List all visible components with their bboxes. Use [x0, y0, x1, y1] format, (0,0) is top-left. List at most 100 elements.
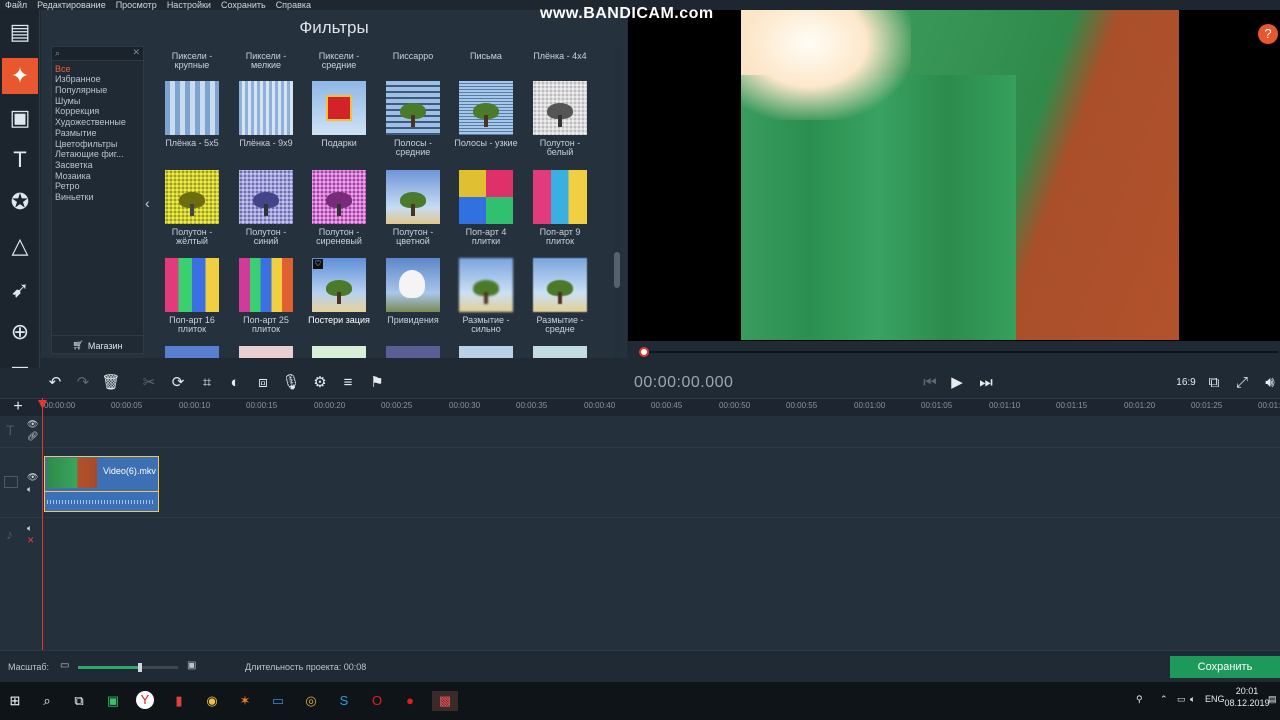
app-icon-green[interactable]: ▣: [103, 691, 123, 711]
zoom-tool-icon[interactable]: ⊕: [2, 314, 38, 350]
filter-tile[interactable]: Письма: [453, 46, 527, 76]
timeline-ruler[interactable]: + 00:00:00 00:00:05 00:00:10 00:00:15 00…: [0, 398, 1280, 416]
mute-speaker-icon[interactable]: 🔈︎: [27, 523, 32, 534]
filter-tile[interactable]: Пиксели - крупные: [159, 46, 233, 76]
color-adjust-icon[interactable]: ◐: [225, 373, 245, 393]
opera-icon[interactable]: O: [367, 691, 387, 711]
category-all[interactable]: Все: [55, 64, 71, 74]
filter-tile[interactable]: Размытие - сильно: [453, 258, 527, 343]
filter-tile[interactable]: Плёнка - 9x9: [233, 81, 307, 166]
seek-track[interactable]: [640, 351, 1278, 353]
record-voice-icon[interactable]: 🎙︎: [281, 373, 301, 393]
zoom-in-icon[interactable]: ▣: [187, 660, 196, 671]
titles-icon[interactable]: T: [2, 142, 38, 178]
transitions-icon[interactable]: ▣: [2, 100, 38, 136]
stickers-icon[interactable]: ✪: [2, 184, 38, 220]
menu-edit[interactable]: Редактирование: [32, 0, 111, 10]
clip-audio-waveform[interactable]: [45, 491, 158, 511]
filter-tile[interactable]: Полосы - узкие: [453, 81, 527, 166]
chrome-icon[interactable]: ◎: [301, 691, 321, 711]
rotate-icon[interactable]: ⟳: [168, 373, 188, 393]
zoom-slider-handle[interactable]: [138, 663, 142, 672]
volume-icon[interactable]: 🔊︎: [1260, 373, 1280, 393]
import-media-icon[interactable]: ▤: [2, 14, 38, 50]
yandex-browser-icon[interactable]: Y: [136, 691, 154, 709]
filter-tile[interactable]: Пиксели - средние: [306, 46, 380, 76]
filter-thumbnail[interactable]: [165, 346, 219, 358]
category-light-leak[interactable]: Засветка: [55, 160, 93, 170]
bandicam-icon[interactable]: ●: [400, 691, 420, 711]
video-clip[interactable]: Video(6).mkv: [44, 456, 159, 512]
play-icon[interactable]: ▶: [947, 373, 967, 393]
menu-settings[interactable]: Настройки: [162, 0, 216, 10]
category-color-filters[interactable]: Цветофильтры: [55, 139, 117, 149]
audio-track[interactable]: ♪ 🔈︎ ✕: [0, 518, 1280, 558]
redo-icon[interactable]: ↷: [73, 373, 93, 393]
category-favorites[interactable]: Избранное: [55, 74, 101, 84]
pdf-reader-icon[interactable]: ▮: [169, 691, 189, 711]
filter-tile[interactable]: Полутон - цветной: [380, 170, 454, 255]
category-flying-shapes[interactable]: Летающие фиг...: [55, 149, 123, 159]
task-view-icon[interactable]: ⧉: [69, 691, 89, 711]
clock-date[interactable]: 08.12.2019: [1219, 698, 1275, 708]
lock-link-icon[interactable]: 🔗︎: [27, 431, 38, 442]
shop-button[interactable]: 🛒︎ Магазин: [52, 335, 143, 355]
filter-thumbnail[interactable]: [312, 346, 366, 358]
unlink-icon[interactable]: ✕: [27, 535, 35, 546]
mute-speaker-icon[interactable]: 🔈︎: [27, 484, 32, 495]
seek-handle[interactable]: [639, 347, 649, 357]
cut-icon[interactable]: ✂: [139, 373, 159, 393]
volume-tray-icon[interactable]: 🔈︎: [1190, 694, 1195, 705]
menu-export[interactable]: Сохранить: [216, 0, 271, 10]
next-frame-icon[interactable]: ⏭: [976, 373, 996, 393]
notifications-icon[interactable]: ▤: [1268, 694, 1277, 705]
filter-tile[interactable]: Поп-арт 25 плиток: [233, 258, 307, 343]
people-icon[interactable]: ⚲: [1136, 694, 1143, 705]
equalizer-icon[interactable]: ≡: [338, 373, 358, 393]
filter-tile[interactable]: Полутон - синий: [233, 170, 307, 255]
delete-icon[interactable]: 🗑︎: [101, 373, 121, 393]
filter-tile[interactable]: Полутон - сиреневый: [306, 170, 380, 255]
add-track-icon[interactable]: +: [8, 397, 28, 417]
filter-thumbnail[interactable]: [386, 346, 440, 358]
filter-tile[interactable]: Привидения: [380, 258, 454, 343]
favorite-heart-icon[interactable]: ♡: [313, 259, 323, 269]
category-correction[interactable]: Коррекция: [55, 106, 99, 116]
filter-tile[interactable]: Писсарро: [380, 46, 454, 76]
video-track[interactable]: 👁︎ 🔈︎: [0, 448, 1280, 518]
menu-view[interactable]: Просмотр: [111, 0, 162, 10]
category-noise[interactable]: Шумы: [55, 96, 80, 106]
clear-search-icon[interactable]: ✕: [132, 47, 140, 58]
category-vignettes[interactable]: Виньетки: [55, 192, 93, 202]
marker-flag-icon[interactable]: ⚑: [367, 373, 387, 393]
search-icon[interactable]: ⌕: [37, 691, 57, 711]
stabilize-icon[interactable]: ⧈: [253, 373, 273, 393]
filter-tile[interactable]: Размытие - средне: [527, 258, 601, 343]
menu-help[interactable]: Справка: [271, 0, 316, 10]
playhead[interactable]: [42, 398, 43, 650]
tray-expand-icon[interactable]: ⌃: [1160, 694, 1168, 705]
aspect-ratio-button[interactable]: 16:9: [1174, 373, 1198, 393]
category-mosaic[interactable]: Мозаика: [55, 171, 91, 181]
previous-frame-icon[interactable]: ⏮: [920, 373, 940, 393]
filter-thumbnail[interactable]: [533, 346, 587, 358]
filter-thumbnail[interactable]: [239, 346, 293, 358]
fox-app-icon[interactable]: ✶: [235, 691, 255, 711]
shapes-icon[interactable]: △: [2, 228, 38, 264]
skype-icon[interactable]: S: [334, 691, 354, 711]
crop-icon[interactable]: ⌗: [197, 373, 217, 393]
filter-tile[interactable]: Полутон - белый: [527, 81, 601, 166]
chrome-like-icon[interactable]: ◉: [202, 691, 222, 711]
preview-seekbar[interactable]: [630, 347, 1280, 357]
filter-tile[interactable]: Плёнка - 4x4: [527, 46, 601, 76]
title-track[interactable]: T 👁︎ 🔗︎: [0, 416, 1280, 448]
filter-tile[interactable]: Пиксели - мелкие: [233, 46, 307, 76]
windows-start-icon[interactable]: ⊞: [5, 691, 25, 711]
window-app-icon[interactable]: ▭: [268, 691, 288, 711]
zoom-slider[interactable]: [78, 663, 178, 672]
zoom-out-icon[interactable]: ▭: [60, 660, 69, 671]
filter-tile[interactable]: Поп-арт 4 плитки: [453, 170, 527, 255]
clip-settings-icon[interactable]: ⚙: [310, 373, 330, 393]
filter-scrollbar[interactable]: [614, 46, 620, 358]
filter-tile[interactable]: Подарки: [306, 81, 380, 166]
